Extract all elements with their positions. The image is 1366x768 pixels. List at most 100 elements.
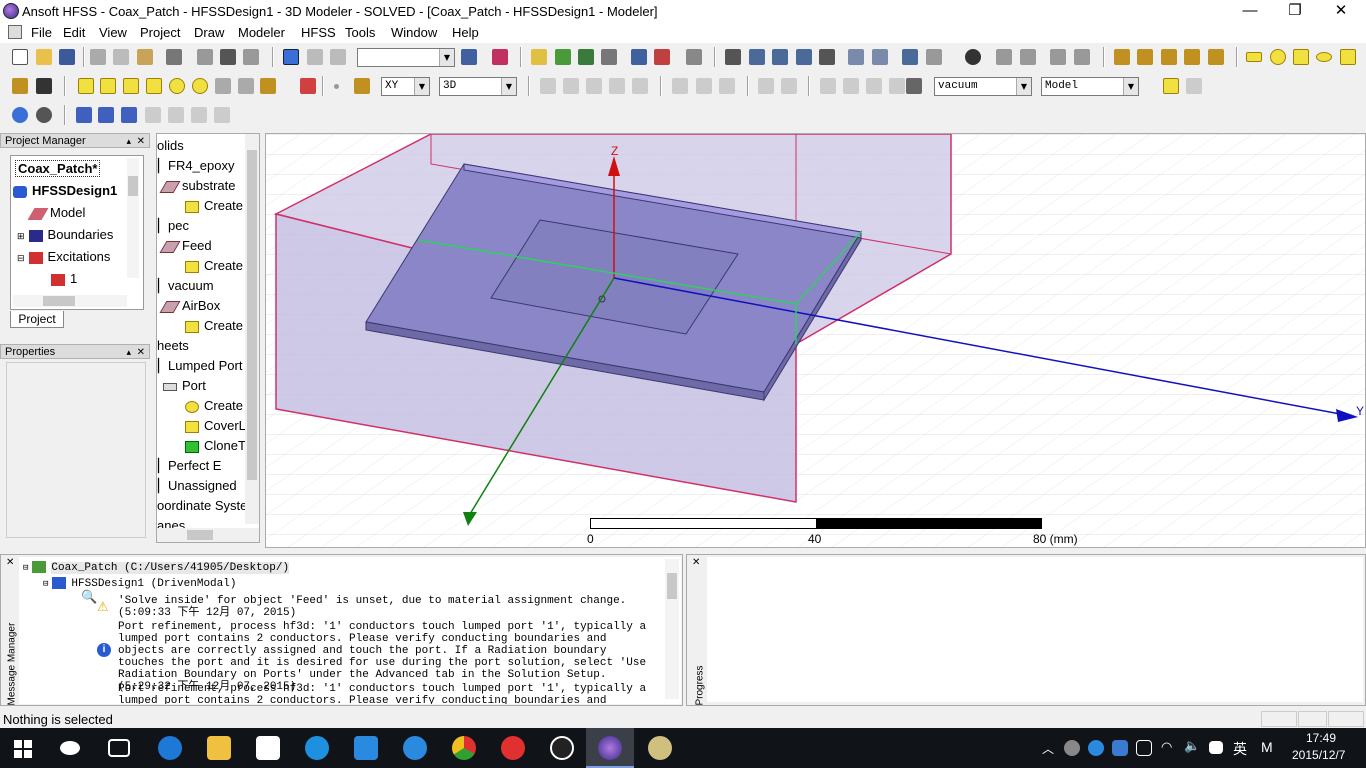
fit-selection-icon[interactable] xyxy=(926,49,942,65)
ime-mode[interactable]: M xyxy=(1261,739,1273,755)
thicken-icon[interactable] xyxy=(781,78,797,94)
split-icon[interactable] xyxy=(632,78,648,94)
select-face-icon[interactable] xyxy=(307,49,323,65)
validate-icon[interactable] xyxy=(492,49,508,65)
rotate-object-icon[interactable] xyxy=(719,78,735,94)
tree-solids[interactable]: olids xyxy=(157,138,184,153)
arc-center-icon[interactable] xyxy=(1184,49,1200,65)
menu-window[interactable]: Window xyxy=(391,25,437,40)
close-message-icon[interactable]: ✕ xyxy=(6,557,14,568)
tree-design[interactable]: HFSSDesign1 xyxy=(13,183,117,198)
tree-create-4[interactable]: Create xyxy=(185,398,243,413)
menu-hfss[interactable]: HFSS xyxy=(301,25,336,40)
section-icon[interactable] xyxy=(889,78,905,94)
circle-icon[interactable] xyxy=(1270,49,1286,65)
volume-icon[interactable]: 🔈 xyxy=(1184,738,1200,754)
zoom-in-icon[interactable] xyxy=(848,49,864,65)
menu-draw[interactable]: Draw xyxy=(194,25,224,40)
tree-create-2[interactable]: Create xyxy=(185,258,243,273)
undo-icon[interactable] xyxy=(220,49,236,65)
tree-vertical-scrollbar[interactable] xyxy=(245,134,259,524)
tree-create-3[interactable]: Create xyxy=(185,318,243,333)
field-overlay-icon[interactable] xyxy=(631,49,647,65)
fit-all-icon[interactable] xyxy=(902,49,918,65)
box-icon[interactable] xyxy=(78,78,94,94)
equation-curve-icon[interactable] xyxy=(1208,49,1224,65)
optimetrics-icon[interactable] xyxy=(12,107,28,123)
rotate-axis-icon[interactable] xyxy=(772,49,788,65)
tree-clone[interactable]: CloneT xyxy=(185,438,246,453)
mirror-icon[interactable] xyxy=(696,78,712,94)
paste-icon[interactable] xyxy=(137,49,153,65)
regular-polyhedron-icon[interactable] xyxy=(123,78,139,94)
relative-cs-icon[interactable] xyxy=(1163,78,1179,94)
tree-port-1[interactable]: 1 xyxy=(51,271,77,286)
project-tab[interactable]: Project xyxy=(10,311,64,328)
bondwire-icon[interactable] xyxy=(260,78,276,94)
close-panel-icon[interactable]: ✕ xyxy=(137,134,145,149)
tree-feed[interactable]: Feed xyxy=(159,238,212,253)
tray-icon-1[interactable] xyxy=(1064,740,1080,756)
hide-all-icon[interactable] xyxy=(1020,49,1036,65)
mesh-icon-1[interactable] xyxy=(76,107,92,123)
open-icon[interactable] xyxy=(36,49,52,65)
pin-icon[interactable]: ▴ xyxy=(126,134,131,149)
report-icon[interactable] xyxy=(654,49,670,65)
tree-model[interactable]: Model xyxy=(27,205,85,220)
music-icon[interactable] xyxy=(501,736,525,760)
region-icon[interactable] xyxy=(1340,49,1356,65)
close-button[interactable]: ✕ xyxy=(1318,0,1364,23)
help-icon[interactable] xyxy=(36,78,52,94)
plane-combo[interactable]: XY ▼ xyxy=(381,77,430,96)
zoom-out-icon[interactable] xyxy=(872,49,888,65)
mesh-icon-7[interactable] xyxy=(214,107,230,123)
tray-icon-3[interactable] xyxy=(1112,740,1128,756)
spiral-icon[interactable] xyxy=(238,78,254,94)
imprint-icon[interactable] xyxy=(609,78,625,94)
cortana-icon[interactable] xyxy=(60,741,80,755)
tray-chevron-icon[interactable]: ︿ xyxy=(1042,740,1054,757)
rectangle-icon[interactable] xyxy=(1246,52,1262,62)
close-panel-icon[interactable]: ✕ xyxy=(137,345,145,360)
menu-file[interactable]: File xyxy=(31,25,52,40)
tree-fr4[interactable]: ▏FR4_epoxy xyxy=(158,158,234,174)
menu-modeler[interactable]: Modeler xyxy=(238,25,285,40)
hpc-icon[interactable] xyxy=(36,107,52,123)
tree-excitations[interactable]: ⊟ Excitations xyxy=(17,249,110,264)
show-selected-icon[interactable] xyxy=(1050,49,1066,65)
mesh-icon-6[interactable] xyxy=(191,107,207,123)
material-combo[interactable]: vacuum ▼ xyxy=(934,77,1032,96)
action-center-icon[interactable] xyxy=(1209,741,1223,754)
tree-cover-lines[interactable]: CoverL xyxy=(185,418,246,433)
mesh-icon-5[interactable] xyxy=(168,107,184,123)
tray-icon-2[interactable] xyxy=(1088,740,1104,756)
tree-unassigned[interactable]: ▏Unassigned xyxy=(158,478,237,494)
tree-coordinate-systems[interactable]: oordinate Syste xyxy=(157,498,247,513)
save-icon[interactable] xyxy=(59,49,75,65)
intersect-icon[interactable] xyxy=(586,78,602,94)
plane-icon[interactable] xyxy=(354,78,370,94)
mesh-icon-2[interactable] xyxy=(98,107,114,123)
results-icon[interactable] xyxy=(601,49,617,65)
spline-icon[interactable] xyxy=(1137,49,1153,65)
msg-project[interactable]: ⊟ Coax_Patch (C:/Users/41905/Desktop/) xyxy=(23,561,290,574)
duplicate-icon[interactable] xyxy=(672,78,688,94)
paint-icon[interactable] xyxy=(648,736,672,760)
tree-project[interactable]: Coax_Patch* xyxy=(15,160,101,177)
msg-design[interactable]: ⊟ HFSSDesign1 (DrivenModal) xyxy=(43,577,236,590)
tree-pec[interactable]: ▏pec xyxy=(158,218,189,234)
hide-icon[interactable] xyxy=(996,49,1012,65)
polygon-icon[interactable] xyxy=(1293,49,1309,65)
restore-button[interactable]: ❐ xyxy=(1272,0,1318,23)
menu-help[interactable]: Help xyxy=(452,25,479,40)
tree-airbox[interactable]: AirBox xyxy=(159,298,220,313)
edge-icon[interactable] xyxy=(158,736,182,760)
mesh-icon-4[interactable] xyxy=(145,107,161,123)
line-icon[interactable] xyxy=(1114,49,1130,65)
selection-combo[interactable]: ▼ xyxy=(357,48,455,67)
cut-icon[interactable] xyxy=(90,49,106,65)
tree-lumped-port[interactable]: ▏Lumped Port xyxy=(158,358,242,374)
tree-sheets[interactable]: heets xyxy=(157,338,189,353)
select-edge-icon[interactable] xyxy=(330,49,346,65)
cover-icon[interactable] xyxy=(820,78,836,94)
